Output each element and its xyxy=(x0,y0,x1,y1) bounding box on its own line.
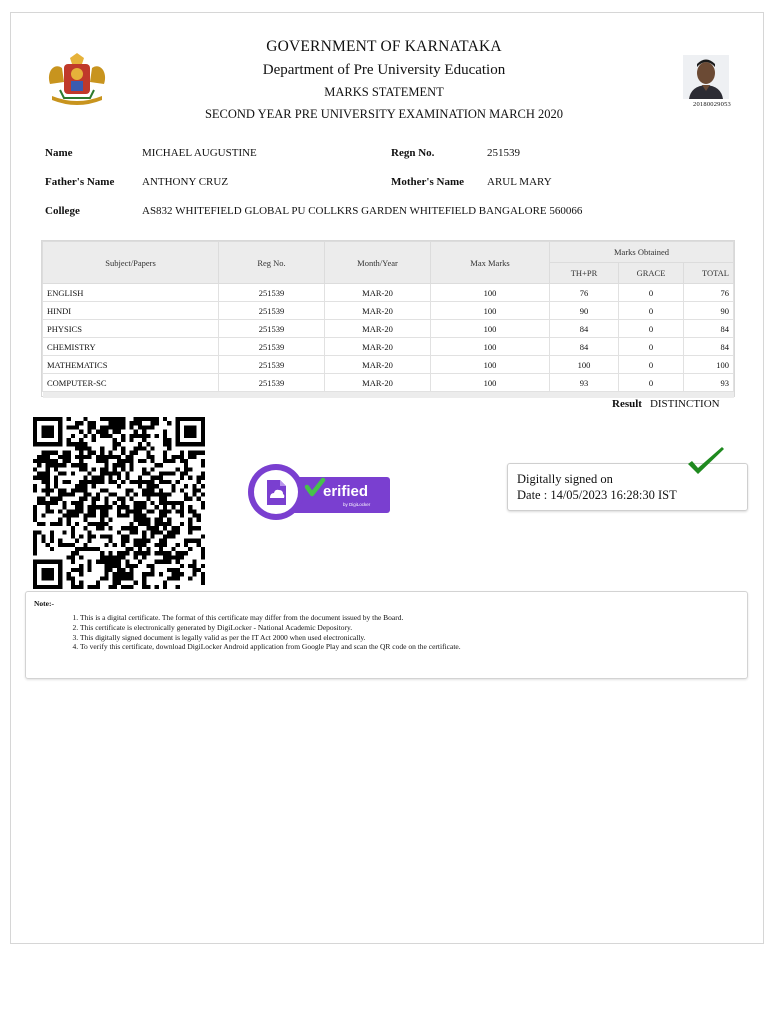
cell-max: 100 xyxy=(430,373,550,392)
note-item: This certificate is electronically gener… xyxy=(80,623,461,633)
cell-grace: 0 xyxy=(618,301,684,320)
cell-reg: 251539 xyxy=(218,337,325,356)
col-month: Month/Year xyxy=(324,241,431,284)
regn-number: 251539 xyxy=(487,147,520,159)
col-max: Max Marks xyxy=(430,241,550,284)
govt-title: GOVERNMENT OF KARNATAKA xyxy=(266,38,502,55)
notes-title: Note:- xyxy=(34,599,54,608)
cell-month: MAR-20 xyxy=(324,337,431,356)
cell-thpr: 100 xyxy=(549,355,619,374)
signature-date: Date : 14/05/2023 16:28:30 IST xyxy=(517,488,677,502)
cell-thpr: 90 xyxy=(549,301,619,320)
cell-grace: 0 xyxy=(618,319,684,338)
cell-grace: 0 xyxy=(618,337,684,356)
cell-subject: HINDI xyxy=(42,301,219,320)
cell-reg: 251539 xyxy=(218,283,325,302)
cell-max: 100 xyxy=(430,355,550,374)
table-row: ENGLISH 251539 MAR-20 100 76 0 76 xyxy=(42,283,734,302)
marks-table-container: Subject/Papers Reg No. Month/Year Max Ma… xyxy=(41,240,735,398)
father-name: ANTHONY CRUZ xyxy=(142,176,229,188)
col-total: TOTAL xyxy=(683,262,734,284)
cell-subject: PHYSICS xyxy=(42,319,219,338)
cell-grace: 0 xyxy=(618,373,684,392)
cell-total: 76 xyxy=(683,283,734,302)
document-header: GOVERNMENT OF KARNATAKA Department of Pr… xyxy=(0,36,768,125)
father-label: Father's Name xyxy=(45,176,115,188)
student-name: MICHAEL AUGUSTINE xyxy=(142,147,257,159)
cell-thpr: 93 xyxy=(549,373,619,392)
cell-thpr: 84 xyxy=(549,337,619,356)
cell-month: MAR-20 xyxy=(324,355,431,374)
result-label: Result xyxy=(612,398,642,410)
col-subject: Subject/Papers xyxy=(42,241,219,284)
qr-code[interactable] xyxy=(33,417,205,589)
col-obtained: Marks Obtained xyxy=(549,241,734,263)
notes-box: Note:- This is a digital certificate. Th… xyxy=(25,591,748,679)
cell-reg: 251539 xyxy=(218,301,325,320)
result-value: DISTINCTION xyxy=(649,398,720,410)
mother-name: ARUL MARY xyxy=(487,176,552,188)
cell-subject: COMPUTER-SC xyxy=(42,373,219,392)
photo-id-number: 20180029053 xyxy=(693,101,731,108)
cell-total: 84 xyxy=(683,337,734,356)
note-item: To verify this certificate, download Dig… xyxy=(80,642,461,652)
college-label: College xyxy=(45,205,80,217)
cell-total: 100 xyxy=(683,355,734,374)
col-thpr: TH+PR xyxy=(549,262,619,284)
col-grace: GRACE xyxy=(618,262,684,284)
cell-month: MAR-20 xyxy=(324,283,431,302)
cell-thpr: 84 xyxy=(549,319,619,338)
cell-grace: 0 xyxy=(618,355,684,374)
cell-reg: 251539 xyxy=(218,355,325,374)
cell-grace: 0 xyxy=(618,283,684,302)
verified-subtext: by DigiLocker xyxy=(343,502,371,507)
cell-max: 100 xyxy=(430,301,550,320)
cell-subject: ENGLISH xyxy=(42,283,219,302)
table-row: CHEMISTRY 251539 MAR-20 100 84 0 84 xyxy=(42,337,734,356)
cell-month: MAR-20 xyxy=(324,319,431,338)
regn-label: Regn No. xyxy=(391,147,435,159)
document-type: MARKS STATEMENT xyxy=(324,85,444,99)
cell-max: 100 xyxy=(430,319,550,338)
cell-thpr: 76 xyxy=(549,283,619,302)
name-label: Name xyxy=(45,147,73,159)
table-row: PHYSICS 251539 MAR-20 100 84 0 84 xyxy=(42,319,734,338)
col-reg: Reg No. xyxy=(218,241,325,284)
document-cloud-icon xyxy=(267,480,286,505)
cell-total: 93 xyxy=(683,373,734,392)
cell-month: MAR-20 xyxy=(324,373,431,392)
cell-reg: 251539 xyxy=(218,373,325,392)
result: Result DISTINCTION xyxy=(612,398,720,410)
mother-label: Mother's Name xyxy=(391,176,465,188)
cell-month: MAR-20 xyxy=(324,301,431,320)
department-title: Department of Pre University Education xyxy=(262,62,506,78)
college-name: AS832 WHITEFIELD GLOBAL PU COLLKRS GARDE… xyxy=(142,205,583,217)
marks-table-body: ENGLISH 251539 MAR-20 100 76 0 76 HINDI 251539 MA… xyxy=(42,283,734,398)
green-checkmark-icon xyxy=(688,447,724,474)
cell-subject: MATHEMATICS xyxy=(42,355,219,374)
table-row: COMPUTER-SC 251539 MAR-20 100 93 0 93 xyxy=(42,373,734,392)
note-item: This is a digital certificate. The forma… xyxy=(80,613,461,623)
notes-list: This is a digital certificate. The forma… xyxy=(68,613,461,652)
cell-max: 100 xyxy=(430,337,550,356)
exam-title: SECOND YEAR PRE UNIVERSITY EXAMINATION M… xyxy=(204,107,564,121)
digilocker-verified-badge: erified by DigiLocker xyxy=(248,464,390,520)
cell-reg: 251539 xyxy=(218,319,325,338)
note-item: This digitally signed document is legall… xyxy=(80,633,461,643)
table-row: MATHEMATICS 251539 MAR-20 100 100 0 100 xyxy=(42,355,734,374)
cell-subject: CHEMISTRY xyxy=(42,337,219,356)
verified-text: erified xyxy=(323,483,368,500)
signature-line1: Digitally signed on xyxy=(517,472,613,486)
marks-table: Subject/Papers Reg No. Month/Year Max Ma… xyxy=(42,241,734,398)
cell-max: 100 xyxy=(430,283,550,302)
cell-total: 90 xyxy=(683,301,734,320)
student-photo xyxy=(683,55,729,99)
table-row: HINDI 251539 MAR-20 100 90 0 90 xyxy=(42,301,734,320)
cell-total: 84 xyxy=(683,319,734,338)
